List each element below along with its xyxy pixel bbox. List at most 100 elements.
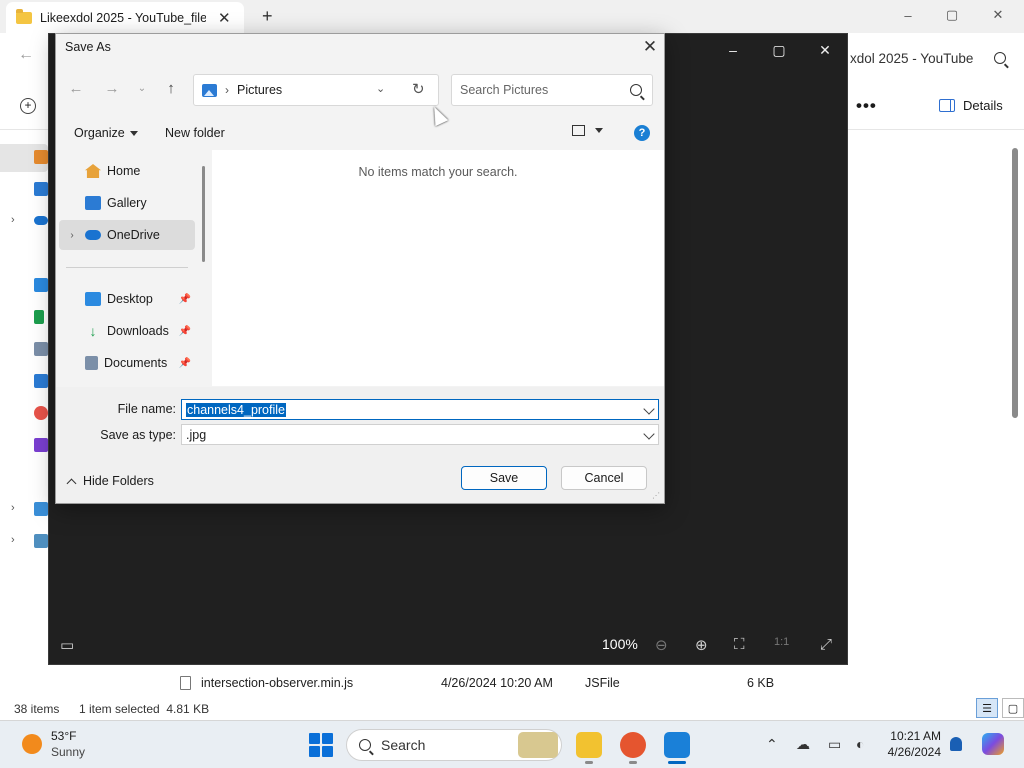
chevron-right-icon[interactable]: › <box>11 502 15 514</box>
details-label: Details <box>963 98 1003 113</box>
organize-label: Organize <box>74 126 125 140</box>
search-icon <box>359 739 371 751</box>
nav-item-documents[interactable]: Documents 📌 <box>59 348 195 378</box>
nav-item-onedrive[interactable]: › OneDrive <box>59 220 195 250</box>
view-mode-icon <box>572 125 585 136</box>
tab-close-icon[interactable]: ✕ <box>218 9 231 27</box>
photos-app-icon[interactable] <box>664 732 690 758</box>
more-options-button[interactable]: ••• <box>856 96 877 116</box>
file-name-value[interactable]: channels4_profile <box>186 402 286 417</box>
running-indicator <box>629 761 637 764</box>
start-button-icon[interactable] <box>309 733 333 757</box>
chevron-down-icon[interactable] <box>643 428 655 440</box>
new-item-icon[interactable]: + <box>20 98 36 114</box>
filmstrip-icon[interactable]: ▭ <box>60 636 74 654</box>
nav-item-home[interactable]: Home <box>59 156 195 186</box>
cancel-button[interactable]: Cancel <box>561 466 647 490</box>
viewer-close-button[interactable]: ✕ <box>802 40 848 60</box>
explorer-tab[interactable]: Likeexdol 2025 - YouTube_files ✕ <box>6 2 244 33</box>
weather-sun-icon[interactable] <box>22 734 42 754</box>
documents-icon[interactable] <box>34 342 48 356</box>
downloads-icon[interactable] <box>34 310 44 324</box>
pictures-icon[interactable] <box>34 374 48 388</box>
nav-item-gallery[interactable]: Gallery <box>59 188 195 218</box>
save-type-select[interactable]: .jpg <box>181 424 659 445</box>
actual-size-icon[interactable]: 1:1 <box>774 636 789 648</box>
hide-folders-button[interactable]: Hide Folders <box>66 474 154 488</box>
file-row[interactable]: intersection-observer.min.js 4/26/2024 1… <box>176 672 996 694</box>
details-button[interactable]: Details <box>939 98 1003 113</box>
desktop-icon[interactable] <box>34 278 48 292</box>
chevron-down-icon[interactable] <box>643 403 655 415</box>
chevron-right-icon[interactable]: › <box>59 230 85 241</box>
fullscreen-icon[interactable]: ⤢ <box>820 636 832 653</box>
zoom-out-icon[interactable]: ⊖ <box>655 636 668 654</box>
address-dropdown-icon[interactable]: ⌄ <box>376 82 385 95</box>
refresh-icon[interactable]: ↻ <box>412 80 425 98</box>
system-clock[interactable]: 10:21 AM 4/26/2024 <box>883 728 941 760</box>
this-pc-icon[interactable] <box>34 502 48 516</box>
pictures-folder-icon <box>202 83 217 97</box>
nav-scrollbar[interactable] <box>202 166 205 262</box>
file-name-field[interactable]: channels4_profile <box>181 399 659 420</box>
file-list-pane[interactable] <box>212 150 664 386</box>
weather-temperature[interactable]: 53°F <box>51 729 76 743</box>
copilot-icon[interactable] <box>982 733 1004 755</box>
onedrive-icon[interactable] <box>34 216 48 225</box>
change-view-button[interactable] <box>572 125 603 136</box>
explorer-tab-title: Likeexdol 2025 - YouTube_files <box>40 10 206 25</box>
zoom-in-icon[interactable]: ⊕ <box>695 636 708 654</box>
network-icon[interactable]: ◐ <box>856 736 864 752</box>
viewer-maximize-button[interactable]: ▢ <box>756 40 802 60</box>
explorer-maximize-button[interactable]: ▢ <box>932 4 972 26</box>
dialog-close-button[interactable]: ✕ <box>640 37 660 57</box>
weather-condition[interactable]: Sunny <box>51 745 85 759</box>
firefox-icon[interactable] <box>620 732 646 758</box>
network-icon[interactable] <box>34 534 48 548</box>
search-highlight-icon[interactable] <box>518 732 558 758</box>
display-icon[interactable]: ▭ <box>828 736 841 753</box>
breadcrumb-pictures[interactable]: Pictures <box>237 83 282 97</box>
gallery-icon[interactable] <box>34 182 48 196</box>
gallery-icon <box>85 196 101 210</box>
explorer-close-button[interactable]: ✕ <box>978 4 1018 26</box>
help-icon[interactable]: ? <box>634 125 650 141</box>
forward-icon[interactable]: → <box>102 80 122 100</box>
nav-item-label: Home <box>107 164 141 178</box>
videos-icon[interactable] <box>34 438 48 452</box>
search-icon[interactable] <box>630 84 642 96</box>
cloud-offline-icon[interactable]: ☁ <box>796 736 810 753</box>
fit-to-window-icon[interactable]: ⛶ <box>734 636 745 653</box>
explorer-address-tail[interactable]: xdol 2025 - YouTube <box>850 44 1016 72</box>
home-icon[interactable] <box>34 150 48 164</box>
up-icon[interactable]: ↑ <box>161 80 181 100</box>
new-tab-button[interactable]: + <box>262 6 273 27</box>
explorer-scrollbar[interactable] <box>1012 148 1018 418</box>
chevron-up-icon <box>66 478 77 488</box>
recent-locations-icon[interactable]: ⌄ <box>132 83 152 103</box>
save-button[interactable]: Save <box>461 466 547 490</box>
organize-button[interactable]: Organize <box>74 126 138 140</box>
nav-item-label: Documents <box>104 356 168 370</box>
resize-grip-icon[interactable]: ⋰ <box>652 491 660 500</box>
search-input[interactable] <box>460 83 620 97</box>
tiles-view-icon[interactable]: ▢ <box>1002 698 1024 718</box>
chevron-right-icon[interactable]: › <box>11 214 15 226</box>
search-box[interactable] <box>451 74 653 106</box>
explorer-minimize-button[interactable]: – <box>888 4 928 26</box>
back-icon[interactable]: ← <box>66 80 86 100</box>
back-arrow-icon[interactable]: ← <box>18 46 34 64</box>
notification-bell-icon[interactable] <box>950 737 962 751</box>
address-bar[interactable]: › Pictures <box>193 74 439 106</box>
music-icon[interactable] <box>34 406 48 420</box>
search-icon[interactable] <box>994 52 1006 64</box>
desktop-icon <box>85 292 101 306</box>
nav-item-downloads[interactable]: ↓ Downloads 📌 <box>59 316 195 346</box>
chevron-right-icon[interactable]: › <box>11 534 15 546</box>
viewer-minimize-button[interactable]: – <box>710 40 756 60</box>
nav-item-desktop[interactable]: Desktop 📌 <box>59 284 195 314</box>
details-view-icon[interactable]: ☰ <box>976 698 998 718</box>
new-folder-button[interactable]: New folder <box>165 126 225 140</box>
chevron-up-icon[interactable]: ⌃ <box>766 736 778 753</box>
file-explorer-taskbar-icon[interactable] <box>576 732 602 758</box>
